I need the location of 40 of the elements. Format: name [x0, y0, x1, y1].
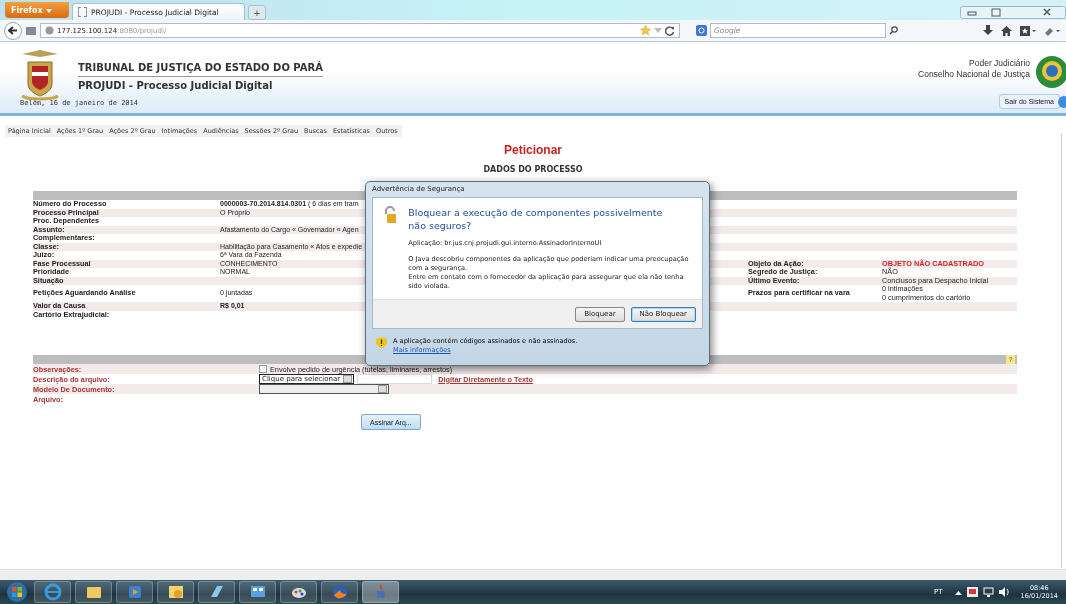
section-title: DADOS DO PROCESSO — [482, 165, 584, 176]
taskbar-button[interactable] — [157, 581, 194, 603]
taskbar-button[interactable] — [75, 581, 112, 603]
vertical-scrollbar[interactable] — [1061, 134, 1062, 568]
checkbox[interactable] — [259, 365, 267, 373]
search-icon[interactable] — [889, 26, 898, 35]
page-title: Peticionar — [503, 143, 563, 159]
bookmark-star-icon — [1020, 25, 1036, 36]
download-button[interactable] — [981, 25, 995, 36]
reload-icon[interactable] — [665, 25, 675, 36]
home-button[interactable] — [999, 25, 1014, 36]
star-icon[interactable] — [640, 25, 651, 36]
browser-icon — [43, 583, 62, 601]
taskbar-button[interactable] — [280, 581, 317, 603]
warning-shield-icon — [376, 337, 387, 348]
select-field[interactable] — [259, 384, 389, 394]
taskbar-button[interactable] — [239, 581, 276, 603]
puzzle-icon — [1044, 25, 1060, 36]
windows-orb-icon — [6, 581, 28, 603]
system-title: PROJUDI - Processo Judicial Digital — [78, 80, 273, 91]
home-icon — [1001, 25, 1012, 36]
back-arrow-icon — [8, 26, 18, 35]
caret-icon[interactable] — [954, 589, 962, 595]
flag-icon[interactable] — [966, 587, 978, 597]
taskbar-button[interactable] — [198, 581, 235, 603]
dialog-heading: Bloquear a execução de componentes possivelmente não seguros? — [408, 206, 664, 232]
speaker-icon[interactable] — [998, 587, 1009, 597]
start-button[interactable] — [4, 581, 30, 603]
padlock-icon — [383, 206, 397, 224]
download-arrow-icon — [983, 25, 993, 36]
court-title: TRIBUNAL DE JUSTIÇA DO ESTADO DO PARÁ — [78, 62, 323, 77]
horizontal-scrollbar[interactable] — [0, 569, 1066, 580]
org-name: Poder Judiciário — [968, 58, 1030, 69]
back-button[interactable] — [4, 21, 22, 40]
new-tab-button[interactable]: + — [248, 5, 266, 20]
search-engine-icon — [696, 25, 707, 36]
caret-icon — [45, 8, 52, 13]
org-name: Conselho Nacional de Justiça — [918, 69, 1030, 80]
bookmarks-button[interactable] — [1018, 25, 1038, 36]
input-field[interactable] — [357, 374, 433, 384]
